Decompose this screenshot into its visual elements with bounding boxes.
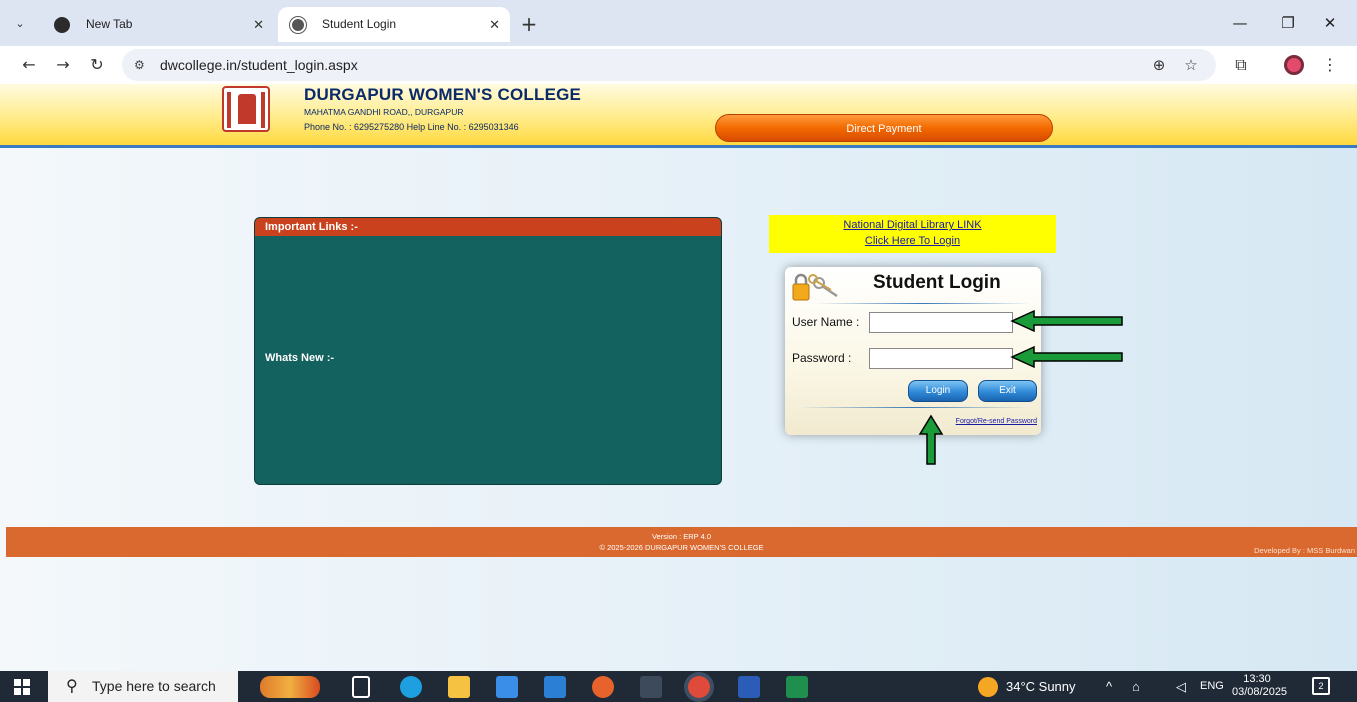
taskbar-search-input[interactable]: ⚲ Type here to search	[48, 671, 238, 702]
browser-menu-icon[interactable]: ⋮	[1317, 52, 1343, 78]
form-divider	[799, 407, 1029, 408]
ndl-banner: National Digital Library LINK Click Here…	[769, 215, 1056, 253]
page-footer: Version : ERP 4.0 © 2025-2026 DURGAPUR W…	[6, 527, 1357, 557]
college-address: MAHATMA GANDHI ROAD,, DURGAPUR	[304, 107, 464, 117]
password-label: Password :	[792, 351, 852, 365]
tab-search-icon[interactable]: ⌄	[8, 12, 32, 36]
edge-icon[interactable]	[400, 676, 422, 698]
tab-title: New Tab	[86, 17, 133, 31]
important-links-panel: Important Links :- Whats New :-	[254, 217, 722, 485]
weather-sun-icon[interactable]	[978, 677, 998, 697]
chrome-icon[interactable]	[688, 676, 710, 698]
task-view-icon[interactable]	[352, 676, 370, 698]
weather-text[interactable]: 34°C Sunny	[1006, 671, 1076, 702]
tray-expand-icon[interactable]: ^	[1106, 671, 1112, 702]
annotation-arrow-username	[1010, 309, 1123, 333]
whats-new-label: Whats New :-	[265, 352, 335, 364]
title-divider	[815, 303, 1031, 304]
address-bar[interactable]: ⚙ dwcollege.in/student_login.aspx ⊕ ☆	[122, 49, 1216, 81]
direct-payment-button[interactable]: Direct Payment	[715, 114, 1053, 142]
tab-close-icon[interactable]: ✕	[253, 7, 264, 42]
firefox-icon[interactable]	[592, 676, 614, 698]
notification-center-icon[interactable]: 2	[1312, 677, 1330, 695]
word-icon[interactable]	[738, 676, 760, 698]
windows-taskbar: ⚲ Type here to search 34°C Sunny ^ ⌂ ◁ E…	[0, 671, 1357, 702]
reload-icon[interactable]: ↻	[84, 52, 110, 78]
restore-icon[interactable]: ❐	[1268, 10, 1308, 36]
bookmark-star-icon[interactable]: ☆	[1180, 49, 1202, 81]
clock-time: 13:30	[1243, 673, 1271, 685]
windows-start-icon[interactable]	[14, 679, 30, 695]
forward-icon[interactable]: →	[50, 52, 76, 78]
annotation-arrow-login	[918, 414, 944, 465]
back-icon[interactable]: ←	[16, 52, 42, 78]
volume-muted-icon[interactable]: ◁	[1176, 671, 1186, 702]
student-login-form: Student Login User Name : Password : Log…	[785, 267, 1041, 435]
zoom-icon[interactable]: ⊕	[1148, 49, 1170, 81]
forgot-password-link[interactable]: Forgot/Re-send Password	[956, 418, 1037, 425]
lock-keys-icon	[792, 273, 838, 301]
browser-tab-bar: ⌄ New Tab ✕ Student Login ✕ + — ❐ ✕	[0, 0, 1357, 46]
new-tab-icon[interactable]: +	[515, 10, 543, 38]
profile-avatar-icon[interactable]	[1284, 55, 1304, 75]
developer-credit: Developed By : MSS Burdwan	[1254, 546, 1355, 555]
extensions-icon[interactable]: ⧉	[1228, 52, 1254, 78]
ndl-login-link[interactable]: Click Here To Login	[769, 233, 1056, 249]
search-icon: ⚲	[66, 678, 78, 695]
language-indicator[interactable]: ENG	[1200, 671, 1224, 702]
news-widget-icon[interactable]	[260, 676, 320, 698]
important-links-title: Important Links :-	[255, 218, 721, 236]
college-favicon-icon	[290, 17, 306, 33]
ndl-link[interactable]: National Digital Library LINK	[769, 217, 1056, 233]
network-icon[interactable]: ⌂	[1132, 671, 1140, 702]
username-label: User Name :	[792, 315, 860, 329]
file-explorer-icon[interactable]	[448, 676, 470, 698]
store-icon[interactable]	[496, 676, 518, 698]
college-name: DURGAPUR WOMEN'S COLLEGE	[304, 85, 582, 104]
search-placeholder: Type here to search	[92, 678, 216, 694]
minimize-icon[interactable]: —	[1220, 10, 1260, 36]
taskbar-clock[interactable]: 13:30 03/08/2025	[1232, 673, 1288, 699]
login-title: Student Login	[873, 272, 1001, 293]
tab-title: Student Login	[322, 17, 397, 31]
chrome-favicon-icon	[54, 17, 70, 33]
tab-close-icon[interactable]: ✕	[489, 7, 500, 42]
mail-icon[interactable]	[544, 676, 566, 698]
app-icon[interactable]	[640, 676, 662, 698]
copyright-text: © 2025-2026 DURGAPUR WOMEN'S COLLEGE	[599, 543, 764, 552]
password-input[interactable]	[869, 348, 1013, 369]
tab-student-login[interactable]: Student Login ✕	[278, 7, 510, 42]
window-close-icon[interactable]: ✕	[1310, 10, 1350, 36]
page-body: DURGAPUR WOMEN'S COLLEGE MAHATMA GANDHI …	[0, 84, 1357, 671]
browser-toolbar: ← → ↻ ⚙ dwcollege.in/student_login.aspx …	[0, 46, 1357, 84]
excel-icon[interactable]	[786, 676, 808, 698]
url-text[interactable]: dwcollege.in/student_login.aspx	[160, 49, 358, 81]
annotation-arrow-password	[1010, 345, 1123, 369]
login-button[interactable]: Login	[908, 380, 968, 402]
clock-date: 03/08/2025	[1232, 686, 1288, 698]
site-info-icon[interactable]: ⚙	[134, 57, 150, 73]
version-text: Version : ERP 4.0	[651, 532, 712, 541]
exit-button[interactable]: Exit	[978, 380, 1037, 402]
college-logo-icon	[222, 86, 270, 132]
username-input[interactable]	[869, 312, 1013, 333]
college-header: DURGAPUR WOMEN'S COLLEGE MAHATMA GANDHI …	[0, 84, 1357, 148]
college-phone: Phone No. : 6295275280 Help Line No. : 6…	[304, 122, 519, 132]
tab-new-tab[interactable]: New Tab ✕	[42, 7, 274, 42]
